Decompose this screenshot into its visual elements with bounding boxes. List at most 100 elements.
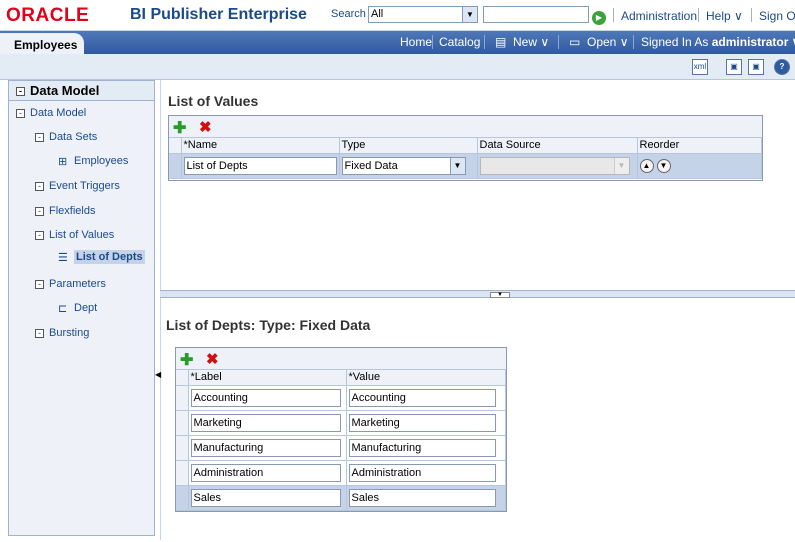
tree-item-list-of-depts[interactable]: ☰ List of Depts bbox=[58, 250, 145, 264]
separator bbox=[751, 8, 752, 22]
collapse-icon[interactable]: - bbox=[16, 87, 25, 97]
tree-item-data-sets[interactable]: - Data Sets bbox=[35, 131, 97, 143]
tree-item-list-of-values[interactable]: - List of Values bbox=[35, 229, 114, 241]
collapse-left-pane-icon[interactable]: ◀ bbox=[155, 365, 161, 387]
row-stub bbox=[169, 138, 182, 154]
search-scope-value: All bbox=[371, 8, 384, 20]
tree-item-bursting[interactable]: - Bursting bbox=[35, 327, 89, 339]
move-up-icon[interactable]: ▲ bbox=[639, 158, 654, 173]
catalog-link[interactable]: Catalog bbox=[439, 35, 480, 49]
save-as-icon[interactable]: ▣ bbox=[748, 59, 764, 75]
oracle-logo: ORACLE bbox=[6, 5, 90, 26]
lov-section-title: List of Values bbox=[168, 93, 259, 109]
delete-icon[interactable]: ✖ bbox=[199, 118, 212, 136]
collapse-icon[interactable]: - bbox=[35, 230, 44, 240]
type-select[interactable]: Fixed Data ▼ bbox=[341, 156, 466, 175]
tree-item-label: List of Depts bbox=[74, 250, 145, 264]
separator bbox=[613, 8, 614, 22]
collapse-icon[interactable]: - bbox=[35, 206, 44, 216]
table-row[interactable]: Marketing Marketing bbox=[176, 410, 506, 436]
column-header-value: *Value bbox=[346, 370, 506, 386]
row-stub bbox=[176, 410, 189, 436]
value-input[interactable]: Sales bbox=[348, 488, 496, 507]
value-input[interactable]: Marketing bbox=[348, 413, 496, 432]
label-input[interactable]: Manufacturing bbox=[190, 438, 341, 457]
xml-icon[interactable]: xml bbox=[692, 59, 708, 75]
label-input[interactable]: Accounting bbox=[190, 388, 341, 407]
grid-toolbar: ✚ ✖ bbox=[169, 116, 762, 138]
table-row[interactable]: Sales Sales bbox=[176, 485, 506, 511]
table-row[interactable]: Accounting Accounting bbox=[176, 385, 506, 411]
value-input[interactable]: Accounting bbox=[348, 388, 496, 407]
collapse-icon[interactable]: - bbox=[35, 132, 44, 142]
new-icon: ▤ bbox=[495, 35, 507, 49]
chevron-down-icon: ▼ bbox=[462, 7, 477, 22]
tree-item-label: Flexfields bbox=[49, 205, 96, 217]
header-row: *Label *Value bbox=[176, 370, 506, 386]
folder-icon: ▭ bbox=[569, 35, 581, 49]
separator bbox=[558, 35, 559, 49]
help-menu[interactable]: Help ∨ bbox=[706, 9, 743, 23]
tree-item-flexfields[interactable]: - Flexfields bbox=[35, 205, 95, 217]
fixed-data-section-title: List of Depts: Type: Fixed Data bbox=[166, 317, 371, 333]
column-header-reorder: Reorder bbox=[637, 138, 762, 154]
add-icon[interactable]: ✚ bbox=[173, 118, 186, 138]
open-menu[interactable]: Open ∨ bbox=[587, 35, 628, 49]
separator bbox=[698, 8, 699, 22]
tree-item-dept[interactable]: ⊏ Dept bbox=[58, 302, 98, 316]
fixed-data-table: *Label *Value Accounting Accounting Mark… bbox=[176, 370, 506, 511]
search-go-icon[interactable]: ▶ bbox=[592, 11, 606, 25]
tree-item-label: Dept bbox=[74, 302, 98, 314]
type-value: Fixed Data bbox=[344, 159, 398, 172]
tree-item-label: Data Sets bbox=[49, 131, 98, 143]
add-icon[interactable]: ✚ bbox=[180, 350, 193, 370]
tree-item-label: Employees bbox=[74, 155, 129, 167]
administration-link[interactable]: Administration bbox=[621, 9, 697, 23]
collapse-icon[interactable]: - bbox=[35, 181, 44, 191]
row-stub bbox=[176, 485, 189, 511]
label-input[interactable]: Administration bbox=[190, 463, 341, 482]
home-link[interactable]: Home bbox=[400, 35, 432, 49]
tree-item-event-triggers[interactable]: - Event Triggers bbox=[35, 180, 120, 192]
data-set-icon: ⊞ bbox=[58, 156, 68, 169]
tree-item-data-model[interactable]: - Data Model bbox=[16, 107, 86, 119]
separator bbox=[633, 35, 634, 49]
name-input[interactable]: List of Depts bbox=[183, 156, 337, 175]
tree-item-parameters[interactable]: - Parameters bbox=[35, 278, 106, 290]
search-label: Search bbox=[331, 8, 366, 20]
value-input[interactable]: Administration bbox=[348, 463, 496, 482]
save-icon[interactable]: ▣ bbox=[726, 59, 742, 75]
label-input[interactable]: Marketing bbox=[190, 413, 341, 432]
table-row[interactable]: Administration Administration bbox=[176, 460, 506, 486]
tree-item-employees[interactable]: ⊞ Employees bbox=[58, 155, 129, 169]
help-icon[interactable]: ? bbox=[774, 59, 790, 75]
table-row[interactable]: Manufacturing Manufacturing bbox=[176, 435, 506, 461]
tree-item-label: List of Values bbox=[49, 229, 115, 241]
row-stub bbox=[176, 435, 189, 461]
pane-splitter[interactable] bbox=[160, 290, 795, 298]
move-down-icon[interactable]: ▼ bbox=[656, 158, 671, 173]
collapse-icon[interactable]: - bbox=[35, 279, 44, 289]
tree-item-label: Data Model bbox=[30, 107, 87, 119]
delete-icon[interactable]: ✖ bbox=[206, 350, 219, 368]
parameter-icon: ⊏ bbox=[58, 303, 68, 316]
column-header-name: *Name bbox=[181, 138, 340, 154]
value-input[interactable]: Manufacturing bbox=[348, 438, 496, 457]
search-input[interactable] bbox=[483, 6, 589, 23]
collapse-icon[interactable]: - bbox=[35, 328, 44, 338]
collapse-icon[interactable]: - bbox=[16, 108, 25, 118]
search-scope-select[interactable]: All ▼ bbox=[368, 6, 478, 23]
tree-item-label: Bursting bbox=[49, 327, 90, 339]
fixed-data-grid: ✚ ✖ *Label *Value Accounting Accounting … bbox=[175, 347, 507, 512]
chevron-down-icon: ▼ bbox=[613, 157, 629, 174]
separator bbox=[484, 35, 485, 49]
column-header-type: Type bbox=[339, 138, 478, 154]
new-menu[interactable]: New ∨ bbox=[513, 35, 549, 49]
panel-title: Data Model bbox=[30, 83, 100, 98]
sign-out-link[interactable]: Sign Out bbox=[759, 9, 795, 23]
splitter-handle-icon[interactable]: ▼ bbox=[490, 292, 510, 298]
table-row[interactable]: List of Depts Fixed Data ▼ ▼ ▲ ▼ bbox=[169, 153, 762, 179]
tab-employees[interactable]: Employees bbox=[0, 33, 84, 56]
signed-in-indicator[interactable]: Signed In As administrator ∨ bbox=[641, 35, 795, 49]
label-input[interactable]: Sales bbox=[190, 488, 341, 507]
